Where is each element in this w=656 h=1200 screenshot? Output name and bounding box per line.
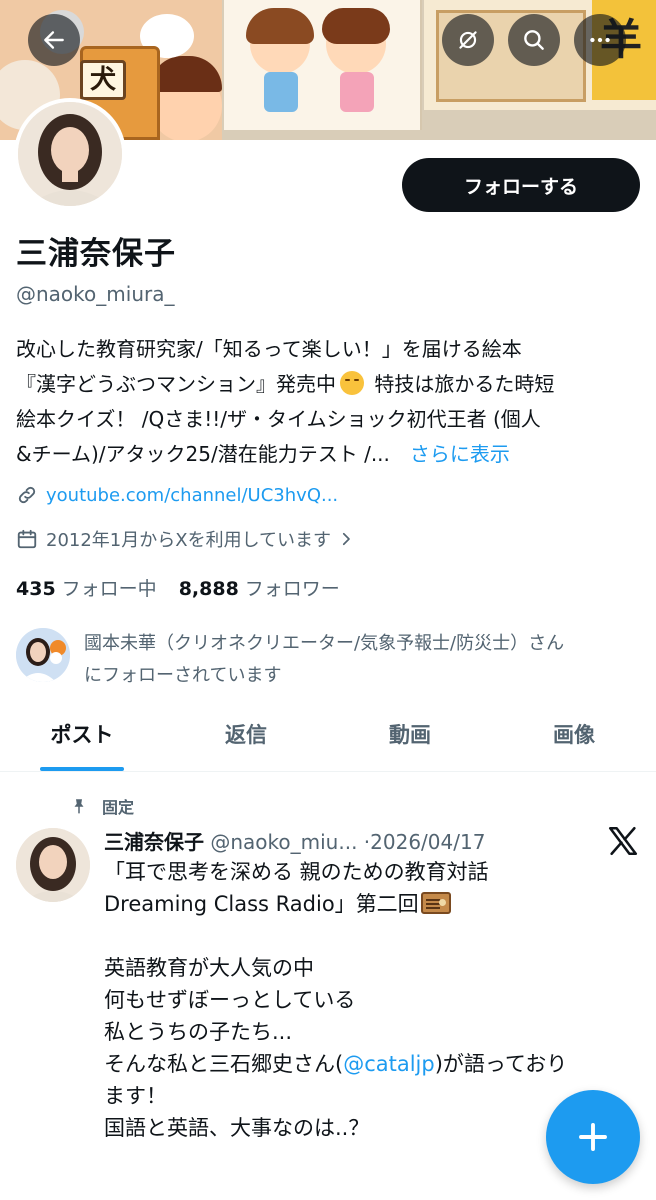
follow-button[interactable]: フォローする [402,158,640,212]
search-button[interactable] [508,14,560,66]
bio-text: &チーム)/アタック25/潜在能力テスト /... [16,442,390,466]
plus-icon [579,1123,607,1151]
timeline-icon [459,31,477,49]
mention-link[interactable]: @cataljp [343,1052,435,1076]
bio-line: 改心した教育研究家/「知るって楽しい！」を届ける絵本 [16,337,522,361]
following-count: 435 [16,578,56,600]
radio-icon [420,892,451,914]
bio-line: &チーム)/アタック25/潜在能力テスト /... さらに表示 [16,437,640,472]
tab-videos[interactable]: 動画 [328,700,492,771]
tweet-blank-line [104,920,634,952]
display-name: 三浦奈保子 [16,236,176,272]
profile-avatar[interactable] [14,98,126,210]
calendar-icon [17,529,37,549]
tweet-line: Dreaming Class Radio」第二回 [104,888,634,920]
more-icon [590,37,610,43]
bio-text: 特技は旅かるた時短 [368,372,555,396]
timeline-button[interactable] [442,14,494,66]
tweet-line: ます！ [104,1084,167,1108]
x-logo-icon [608,826,638,856]
banner-panel-kids [224,0,422,130]
follow-counts: 435 フォロー中 8,888 フォロワー [16,574,340,601]
avatar-photo [18,102,122,206]
tweet-text: )が語っており [434,1052,568,1076]
tweet-line: 英語教育が大人気の中 [104,956,314,980]
followed-by[interactable]: 國本未華（クリオネクリエーター/気象予報士/防災士）さん にフォローされています [16,628,640,692]
following-count-link[interactable]: 435 フォロー中 [16,574,157,601]
banner-sign-text: 犬 [80,60,126,100]
back-button[interactable] [28,14,80,66]
bio-line: 『漢字どうぶつマンション』発売中 特技は旅かるた時短 [16,367,640,402]
tweet-header: 三浦奈保子 @naoko_miu... ·2026/04/17 [104,826,485,855]
follower-photo [16,628,70,682]
tweet-date[interactable]: 2026/04/17 [370,830,485,854]
follower-avatar [16,628,70,682]
pin-icon [74,799,84,814]
tweet-line: 「耳で思考を深める 親のための教育対話 [104,860,489,884]
tab-replies[interactable]: 返信 [164,700,328,771]
joined-date-row[interactable]: 2012年1月からXを利用しています [16,526,355,552]
search-icon [524,30,544,50]
tab-images[interactable]: 画像 [492,700,656,771]
bio-line: 絵本クイズ！ /Qさま!!/ザ・タイムショック初代王者 (個人 [16,407,541,431]
tweet-author-name[interactable]: 三浦奈保子 [104,830,204,854]
profile-link-row[interactable]: youtube.com/channel/UC3hvQ... [16,484,338,506]
pinned-label: 固定 [102,798,135,817]
tweet-author-handle[interactable]: @naoko_miu... [210,830,357,854]
tweet-author-avatar[interactable] [16,828,90,902]
tweet-line: そんな私と三石郷史さん(@cataljp)が語っており [104,1048,634,1080]
chevron-right-icon [342,532,350,546]
profile-tabs: ポスト 返信 動画 画像 [0,700,656,772]
followers-count: 8,888 [178,578,239,600]
following-label: フォロー中 [61,578,157,600]
followed-by-line: 國本未華（クリオネクリエーター/気象予報士/防災士）さん [84,633,565,654]
followed-by-text: 國本未華（クリオネクリエーター/気象予報士/防災士）さん にフォローされています [84,628,564,692]
tweet-text: そんな私と三石郷史さん( [104,1052,344,1076]
profile-handle: @naoko_miura_ [16,282,175,306]
more-button[interactable] [574,14,626,66]
tweet-body[interactable]: 「耳で思考を深める 親のための教育対話 Dreaming Class Radio… [104,856,634,1144]
tab-posts[interactable]: ポスト [0,700,164,771]
tweet-line: 私とうちの子たち... [104,1020,293,1044]
followers-count-link[interactable]: 8,888 フォロワー [179,574,340,601]
compose-post-button[interactable] [546,1090,640,1184]
tweet-line: 何もせずぼーっとしている [104,988,356,1012]
smiling-face-icon [340,371,364,395]
profile-link[interactable]: youtube.com/channel/UC3hvQ... [46,485,338,506]
tweet-avatar-photo [16,828,90,902]
link-icon [18,486,36,504]
show-more-link[interactable]: さらに表示 [410,442,510,466]
followers-label: フォロワー [244,578,340,600]
pinned-indicator: 固定 [70,794,134,818]
bio-text: 『漢字どうぶつマンション』発売中 [16,372,336,396]
arrow-left-icon [44,31,64,49]
joined-date: 2012年1月からXを利用しています [46,530,332,551]
profile-bio: 改心した教育研究家/「知るって楽しい！」を届ける絵本 『漢字どうぶつマンション』… [16,332,640,472]
followed-by-line: にフォローされています [84,665,282,686]
tweet-text: Dreaming Class Radio」第二回 [104,892,419,916]
